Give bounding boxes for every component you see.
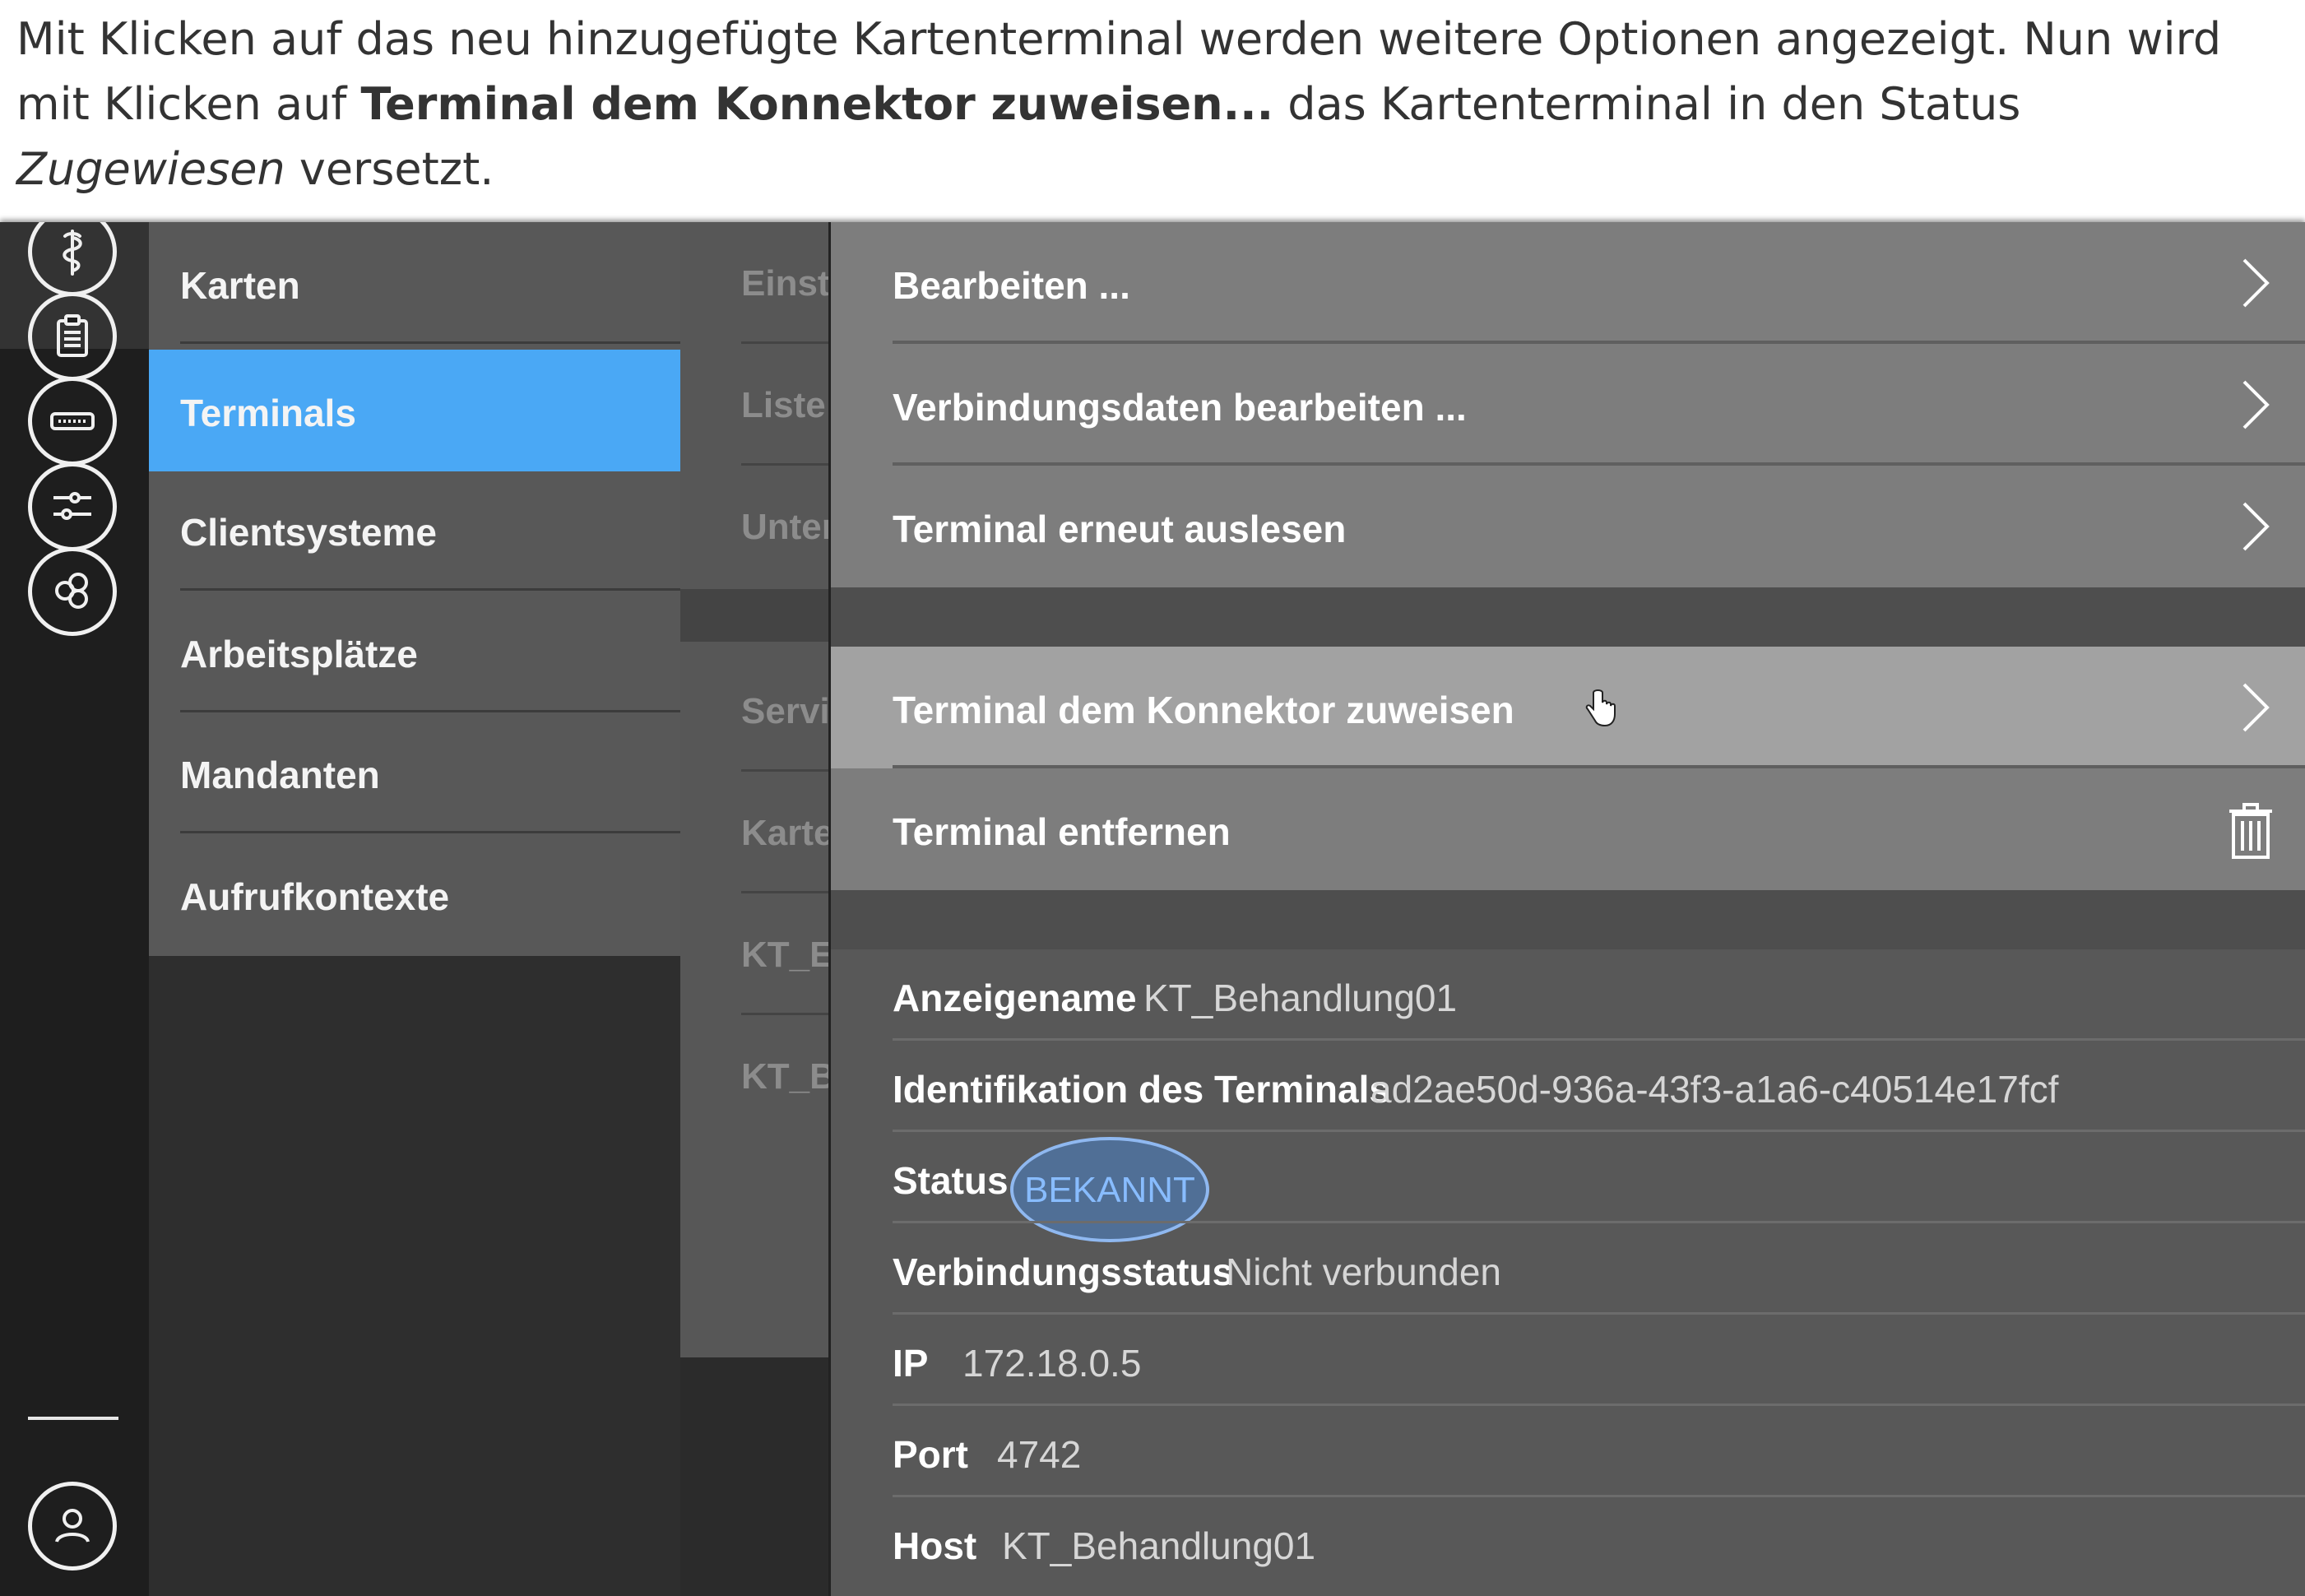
subnav-item-label: Servic: [741, 691, 828, 731]
hand-cursor-icon: [1585, 689, 1616, 727]
subnav-item-label: Karter: [741, 813, 828, 853]
subnav-item[interactable]: KT_Be: [680, 1015, 828, 1137]
nav-item-karten[interactable]: Karten: [149, 222, 680, 344]
reread-terminal-menu-item[interactable]: Terminal erneut auslesen: [831, 466, 2305, 587]
edit-connection-menu-item[interactable]: Verbindungsdaten bearbeiten ...: [831, 344, 2305, 466]
menu-item-label: Terminal erneut auslesen: [893, 508, 1347, 550]
clipboard-icon[interactable]: [28, 292, 117, 381]
nav-item-clientsysteme[interactable]: Clientsysteme: [149, 469, 680, 591]
caption-bold-action: Terminal dem Konnektor zuweisen...: [360, 78, 1274, 130]
menu-item-label: Terminal dem Konnektor zuweisen: [893, 689, 1514, 731]
nav-item-label: Arbeitsplätze: [180, 633, 418, 675]
status-row: Status BEKANNT: [831, 1132, 2305, 1242]
subnav-item[interactable]: KT_Er: [680, 893, 828, 1015]
nav-item-label: Clientsysteme: [180, 511, 437, 554]
subnav-item-label: KT_Er: [741, 935, 828, 975]
menu-item-label: Bearbeiten ...: [893, 264, 1130, 307]
nav-item-aufrufkontexte[interactable]: Aufrufkontexte: [149, 833, 680, 955]
chevron-right-icon: [2242, 258, 2270, 308]
connection-status-row: Verbindungsstatus Nicht verbunden: [831, 1223, 2305, 1315]
property-key: IP: [893, 1342, 929, 1385]
property-key: Status: [893, 1159, 1009, 1202]
hexagons-icon[interactable]: [28, 547, 117, 636]
subnav-item[interactable]: Unter: [680, 466, 828, 587]
display-name-row: Anzeigename KT_Behandlung01: [831, 949, 2305, 1041]
property-key: Anzeigename: [893, 977, 1137, 1019]
ip-row: IP 172.18.0.5: [831, 1315, 2305, 1406]
subnav-item-label: Unter: [741, 507, 828, 547]
nav-item-label: Terminals: [180, 392, 356, 434]
remove-terminal-menu-item[interactable]: Terminal entfernen: [831, 768, 2305, 890]
chevron-right-icon: [2242, 380, 2270, 429]
nav-column: Karten Terminals Clientsysteme Arbeitspl…: [149, 222, 680, 1596]
property-value: Nicht verbunden: [1226, 1250, 1501, 1293]
nav-item-arbeitsplaetze[interactable]: Arbeitsplätze: [149, 591, 680, 712]
menu-item-label: Verbindungsdaten bearbeiten ...: [893, 386, 1467, 429]
user-icon[interactable]: [28, 1482, 117, 1570]
status-value: BEKANNT: [1024, 1170, 1195, 1210]
property-value: 4742: [997, 1433, 1082, 1476]
edit-menu-item[interactable]: Bearbeiten ...: [831, 222, 2305, 344]
property-key: Verbindungsstatus: [893, 1250, 1234, 1293]
identification-row: Identifikation des Terminals ad2ae50d-93…: [831, 1041, 2305, 1132]
chevron-right-icon: [2242, 502, 2270, 551]
menu-gap: [831, 587, 2305, 647]
nav-item-mandanten[interactable]: Mandanten: [149, 712, 680, 833]
properties-gap: [831, 890, 2305, 949]
property-value: 172.18.0.5: [962, 1342, 1142, 1385]
subnav-item-label: KT_Be: [741, 1056, 828, 1097]
nav-panel: Karten Terminals Clientsysteme Arbeitspl…: [149, 222, 680, 956]
nav-item-label: Karten: [180, 264, 300, 307]
card-reader-icon[interactable]: [28, 377, 117, 466]
subnav-item[interactable]: Karter: [680, 772, 828, 893]
subnav-item-label: Einste: [741, 263, 828, 304]
property-key: Identifikation des Terminals: [893, 1068, 1390, 1111]
caption-text-2: das Kartenterminal in den Status: [1273, 78, 2021, 130]
trash-icon: [2229, 803, 2272, 859]
nav-item-label: Mandanten: [180, 754, 380, 796]
caption-text-3: versetzt.: [285, 143, 494, 195]
icon-rail: [0, 222, 149, 1596]
host-row: Host KT_Behandlung01: [831, 1497, 2305, 1589]
subnav-item[interactable]: Servic: [680, 650, 828, 772]
column-gap: [680, 589, 828, 642]
property-value: KT_Behandlung01: [1143, 977, 1458, 1019]
sliders-icon[interactable]: [28, 462, 117, 551]
terminal-detail-panel: Bearbeiten ... Verbindungsdaten bearbeit…: [831, 222, 2305, 1596]
caption-italic-status: Zugewiesen: [16, 143, 285, 195]
chevron-right-icon: [2242, 683, 2270, 732]
nav-item-terminals[interactable]: Terminals: [149, 350, 680, 471]
subnav-item[interactable]: Liste d: [680, 344, 828, 466]
menu-item-label: Terminal entfernen: [893, 810, 1231, 853]
instruction-caption: Mit Klicken auf das neu hinzugefügte Kar…: [16, 7, 2287, 202]
port-row: Port 4742: [831, 1406, 2305, 1497]
app-window: Karten Terminals Clientsysteme Arbeitspl…: [0, 222, 2305, 1596]
nav-item-label: Aufrufkontexte: [180, 875, 450, 918]
subnav-item-label: Liste d: [741, 385, 828, 425]
property-value: KT_Behandlung01: [1002, 1524, 1316, 1567]
property-key: Host: [893, 1524, 977, 1567]
property-value: ad2ae50d-936a-43f3-a1a6-c40514e17fcf: [1370, 1068, 2059, 1111]
assign-to-connector-menu-item[interactable]: Terminal dem Konnektor zuweisen: [831, 647, 2305, 768]
subnav-item[interactable]: Einste: [680, 222, 828, 344]
terminal-list-column: Einste Liste d Unter Servic Karter KT_Er…: [680, 222, 828, 1596]
rail-divider: [28, 1417, 118, 1420]
property-key: Port: [893, 1433, 968, 1476]
